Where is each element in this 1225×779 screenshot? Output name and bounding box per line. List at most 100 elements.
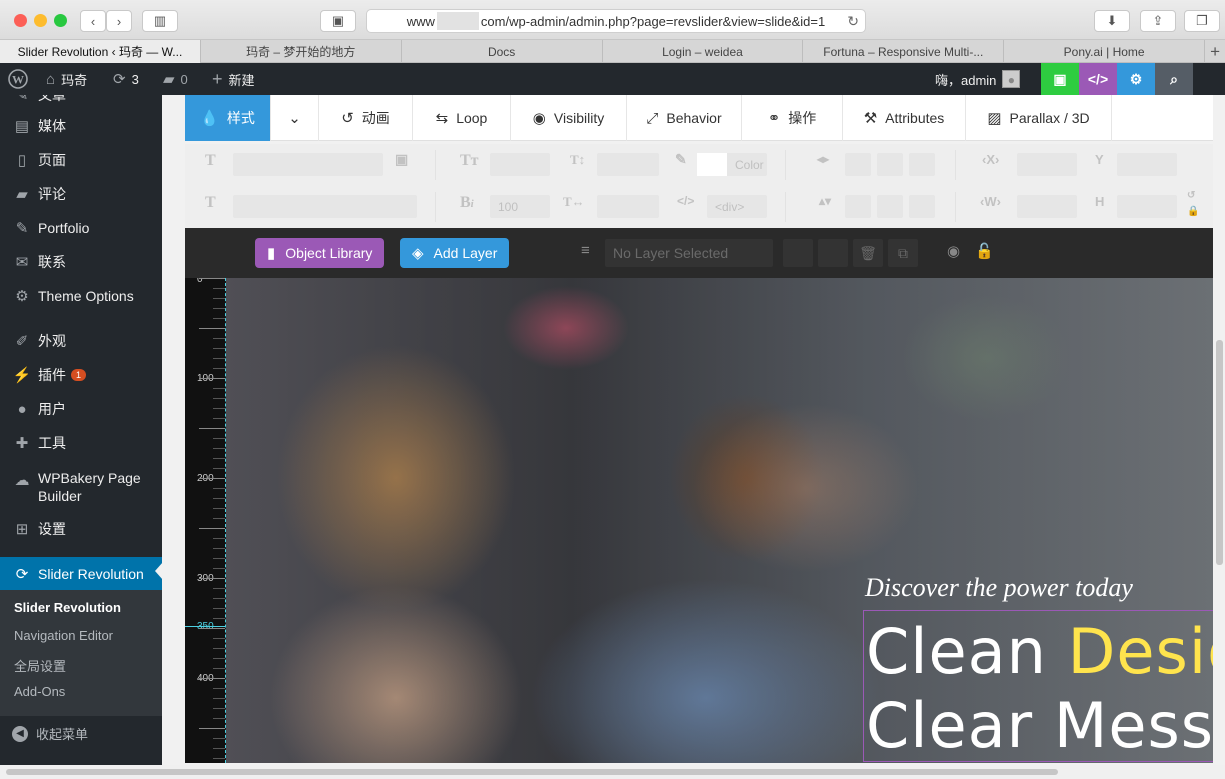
tab-loop[interactable]: ⇆ Loop <box>413 95 511 141</box>
slide-subtitle-layer[interactable]: Discover the power today <box>865 573 1133 603</box>
share-button[interactable]: ⇪ <box>1140 10 1176 32</box>
settings-button[interactable]: ⚙ <box>1117 63 1155 95</box>
tab-attributes[interactable]: ⚒ Attributes <box>843 95 966 141</box>
vertical-guide-line[interactable] <box>225 278 226 763</box>
submenu-item[interactable]: Navigation Editor <box>14 628 113 643</box>
my-account-menu[interactable]: 嗨，admin ● <box>935 63 1021 95</box>
search-button[interactable]: ⌕ <box>1155 63 1193 95</box>
reload-icon[interactable]: ↻ <box>847 13 859 30</box>
tab-visibility[interactable]: ◉ Visibility <box>511 95 627 141</box>
lock-ratio-icon[interactable]: 🔒 <box>1187 206 1199 217</box>
font-size-input[interactable] <box>490 153 550 176</box>
slide-canvas[interactable]: 0 100 200 300 350 400 Discover the power… <box>185 278 1213 763</box>
comments-menu[interactable]: ▰ 0 <box>163 63 188 95</box>
tab-actions[interactable]: ⚭ 操作 <box>742 95 843 141</box>
browser-tab[interactable]: 玛奇 – 梦开始的地方 <box>201 40 402 63</box>
unlock-icon[interactable]: 🔓 <box>975 242 994 260</box>
layer-properties-panel: T ▣ Tт T↕ ✎ Color ◂▸ ‹X› Y T Bi 100 T↔ <… <box>185 144 1213 228</box>
site-name-menu[interactable]: ⌂ 玛奇 <box>46 63 87 95</box>
new-tab-button[interactable]: + <box>1205 40 1225 63</box>
tag-select[interactable]: <div> <box>707 195 767 218</box>
ruler-tick <box>213 638 225 639</box>
sidebar-item-comments[interactable]: ▰ 评论 <box>0 177 162 211</box>
sidebar-item-pages[interactable]: ▯ 页面 <box>0 143 162 177</box>
sidebar-item-tools[interactable]: ✚ 工具 <box>0 426 162 460</box>
menu-icon[interactable]: ≡ <box>581 242 590 259</box>
address-bar[interactable]: www com/wp-admin/admin.php?page=revslide… <box>366 9 866 33</box>
sidebar-item-wpbakery[interactable]: ☁ WPBakery Page Builder <box>0 463 162 509</box>
sidebar-item-users[interactable]: ● 用户 <box>0 392 162 426</box>
add-layer-button[interactable]: ◈ Add Layer <box>400 238 510 268</box>
align-bottom-button[interactable] <box>909 195 935 218</box>
close-window-button[interactable] <box>14 14 27 27</box>
y-position-input[interactable] <box>1117 153 1177 176</box>
browser-tab[interactable]: Slider Revolution ‹ 玛奇 — W... <box>0 40 201 63</box>
layer-action-2[interactable] <box>818 239 848 267</box>
forward-button[interactable]: › <box>106 10 132 32</box>
submenu-item[interactable]: Slider Revolution <box>14 600 121 615</box>
letter-spacing-input[interactable] <box>597 195 659 218</box>
align-left-button[interactable] <box>845 153 871 176</box>
sidebar-toggle-button[interactable]: ▥ <box>142 10 178 32</box>
sidebar-item-settings[interactable]: ⊞ 设置 <box>0 512 162 546</box>
align-center-button[interactable] <box>877 153 903 176</box>
downloads-button[interactable]: ⬇ <box>1094 10 1130 32</box>
duplicate-layer-button[interactable]: ⧉ <box>888 239 918 267</box>
wp-logo-menu[interactable]: W <box>8 63 28 95</box>
layer-select-field[interactable]: No Layer Selected <box>605 239 773 267</box>
browser-tab[interactable]: Pony.ai | Home <box>1004 40 1206 63</box>
collapse-menu-button[interactable]: ◀ 收起菜单 <box>12 724 88 743</box>
ruler-tick <box>213 688 225 689</box>
reset-size-icon[interactable]: ↺ <box>1187 190 1195 201</box>
height-input[interactable] <box>1117 195 1177 218</box>
sidebar-item-slider-revolution[interactable]: ⟳ Slider Revolution <box>0 557 162 591</box>
zoom-window-button[interactable] <box>54 14 67 27</box>
back-button[interactable]: ‹ <box>80 10 106 32</box>
font-weight-select[interactable]: 100 <box>490 195 550 218</box>
sidebar-item-portfolio[interactable]: ✎ Portfolio <box>0 211 162 245</box>
browser-tab[interactable]: Docs <box>402 40 603 63</box>
submenu-item[interactable]: 全局设置 <box>14 656 66 675</box>
object-library-button[interactable]: ▮ Object Library <box>255 238 385 268</box>
browser-tab[interactable]: Fortuna – Responsive Multi-... <box>803 40 1005 63</box>
sidebar-item-contact[interactable]: ✉ 联系 <box>0 245 162 279</box>
horizontal-scrollbar[interactable] <box>6 769 1058 775</box>
submenu-item[interactable]: Add-Ons <box>14 684 65 699</box>
save-style-icon[interactable]: ▣ <box>395 152 408 169</box>
reader-button[interactable]: ▣ <box>320 10 356 32</box>
vertical-scrollbar[interactable] <box>1216 340 1223 565</box>
tab-animation[interactable]: ↺ 动画 <box>319 95 413 141</box>
tab-more-dropdown[interactable]: ⌄ <box>271 95 319 141</box>
line-height-input[interactable] <box>597 153 659 176</box>
align-top-button[interactable] <box>845 195 871 218</box>
layer-action-1[interactable] <box>783 239 813 267</box>
delete-layer-button[interactable]: 🗑 <box>853 239 883 267</box>
eye-icon[interactable]: ◉ <box>947 242 960 260</box>
minimize-window-button[interactable] <box>34 14 47 27</box>
save-slide-button[interactable]: ▣ <box>1041 63 1079 95</box>
ruler-tick <box>213 298 225 299</box>
slide-headline-layer[interactable]: Clean Desig Clear Messa <box>863 610 1213 762</box>
updates-menu[interactable]: ⟳ 3 <box>113 63 139 95</box>
align-middle-button[interactable] <box>877 195 903 218</box>
new-content-menu[interactable]: + 新建 <box>212 63 255 95</box>
tab-parallax-3d[interactable]: ▨ Parallax / 3D <box>966 95 1112 141</box>
sidebar-item-media[interactable]: ▤ 媒体 <box>0 109 162 143</box>
sidebar-item-plugins[interactable]: ⚡ 插件 1 <box>0 358 162 392</box>
code-icon: </> <box>677 194 695 208</box>
browser-tab[interactable]: Login – weidea <box>603 40 804 63</box>
sidebar-item-theme-options[interactable]: ⚙ Theme Options <box>0 279 162 313</box>
x-position-input[interactable] <box>1017 153 1077 176</box>
align-right-button[interactable] <box>909 153 935 176</box>
tab-style[interactable]: 💧 样式 <box>185 95 271 141</box>
font-family-select[interactable] <box>233 153 383 176</box>
tab-behavior[interactable]: ⤢ Behavior <box>627 95 742 141</box>
width-input[interactable] <box>1017 195 1077 218</box>
wrench-icon: ✚ <box>15 435 29 452</box>
tabs-overview-button[interactable]: ❐ <box>1184 10 1220 32</box>
color-picker[interactable]: Color <box>697 153 767 176</box>
sidebar-item-appearance[interactable]: ✐ 外观 <box>0 324 162 358</box>
comments-count: 0 <box>180 71 188 87</box>
text-style-select[interactable] <box>233 195 417 218</box>
code-button[interactable]: </> <box>1079 63 1117 95</box>
